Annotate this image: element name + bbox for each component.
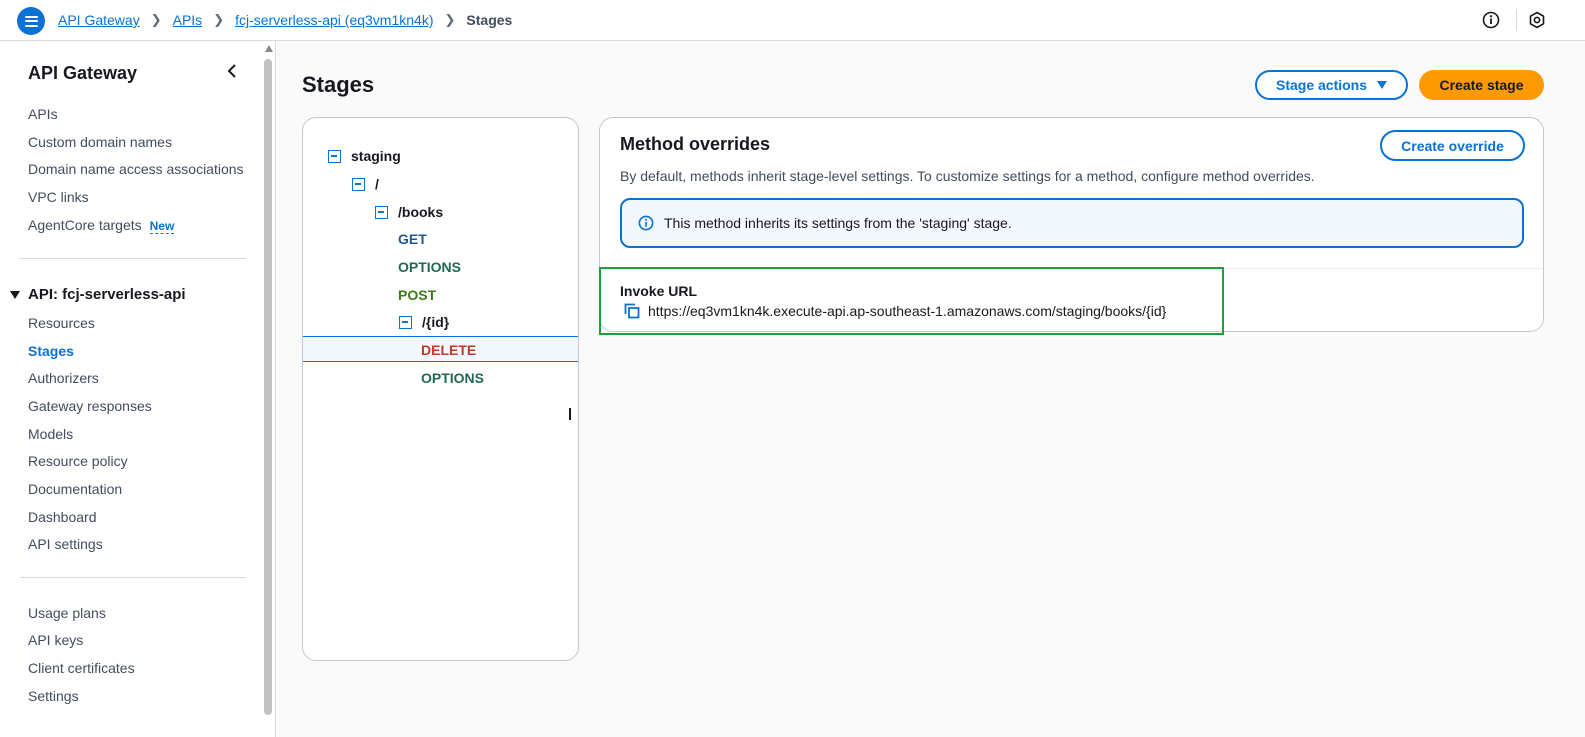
sidebar-scrollbar[interactable] (264, 59, 272, 715)
breadcrumb-apis[interactable]: APIs (173, 12, 203, 28)
info-icon[interactable] (1482, 11, 1500, 29)
sidebar-item-usage-plans[interactable]: Usage plans (28, 605, 106, 621)
invoke-url-label: Invoke URL (620, 283, 698, 299)
sidebar-item-documentation[interactable]: Documentation (28, 481, 122, 497)
stage-actions-button[interactable]: Stage actions (1255, 70, 1408, 100)
page-title: Stages (302, 72, 375, 97)
sidebar-divider (20, 577, 246, 578)
new-badge: New (149, 219, 175, 234)
collapse-icon[interactable] (399, 315, 412, 329)
sidebar-divider (20, 258, 246, 259)
sidebar-item-domain-name-access[interactable]: Domain name access associations (28, 161, 244, 177)
tree-method-post[interactable]: POST (398, 287, 436, 303)
chevron-left-icon[interactable] (224, 63, 240, 79)
collapse-icon[interactable] (375, 205, 388, 219)
tree-node-label: /{id} (422, 314, 450, 330)
create-stage-button[interactable]: Create stage (1419, 70, 1544, 100)
caret-down-icon (10, 290, 20, 299)
copy-icon[interactable] (624, 303, 640, 319)
sidebar-item-apis[interactable]: APIs (28, 106, 58, 122)
info-alert: This method inherits its settings from t… (620, 198, 1524, 248)
sidebar-item-authorizers[interactable]: Authorizers (28, 370, 99, 386)
tree-node-root[interactable]: / (352, 176, 379, 192)
sidebar-title: API Gateway (28, 63, 138, 83)
sidebar-item-stages[interactable]: Stages (28, 343, 74, 359)
sidebar-item-api-settings[interactable]: API settings (28, 536, 103, 552)
tree-method-options[interactable]: OPTIONS (398, 259, 461, 275)
collapse-icon[interactable] (328, 149, 341, 163)
text-cursor (569, 408, 571, 420)
sidebar-item-resource-policy[interactable]: Resource policy (28, 453, 128, 469)
stage-actions-label: Stage actions (1275, 77, 1368, 93)
breadcrumb-api-gateway[interactable]: API Gateway (58, 12, 140, 28)
tree-node-label: /books (398, 204, 444, 220)
invoke-url: https://eq3vm1kn4k.execute-api.ap-southe… (624, 303, 1166, 319)
create-override-button[interactable]: Create override (1380, 130, 1525, 161)
menu-icon[interactable] (17, 7, 45, 35)
sidebar-item-settings[interactable]: Settings (28, 688, 79, 704)
tree-node-id[interactable]: /{id} (399, 314, 449, 330)
stage-tree-panel: staging / /books GET OPTIONS POST /{id} … (302, 117, 579, 661)
top-navigation-bar: API Gateway ❯ APIs ❯ fcj-serverless-api … (0, 0, 1585, 41)
chevron-right-icon: ❯ (150, 12, 162, 27)
sidebar-item-models[interactable]: Models (28, 426, 73, 442)
sidebar-section-label: API: fcj-serverless-api (28, 286, 186, 303)
tree-node-label: staging (351, 148, 401, 164)
tree-node-staging[interactable]: staging (328, 148, 401, 164)
tree-method-options[interactable]: OPTIONS (421, 370, 484, 386)
info-icon (638, 215, 654, 231)
method-overrides-description: By default, methods inherit stage-level … (620, 168, 1315, 184)
invoke-url-text[interactable]: https://eq3vm1kn4k.execute-api.ap-southe… (648, 303, 1166, 319)
hexagon-settings-icon[interactable] (1528, 11, 1546, 29)
method-overrides-title: Method overrides (620, 134, 771, 154)
sidebar-item-custom-domain-names[interactable]: Custom domain names (28, 134, 172, 150)
sidebar-item-label: AgentCore targets (28, 217, 142, 233)
info-alert-text: This method inherits its settings from t… (664, 215, 1012, 231)
side-navigation: API Gateway APIs Custom domain names Dom… (0, 41, 276, 737)
chevron-right-icon: ❯ (444, 12, 456, 27)
sidebar-section-api[interactable]: API: fcj-serverless-api (10, 286, 186, 303)
tree-method-delete[interactable]: DELETE (421, 342, 476, 358)
sidebar-item-gateway-responses[interactable]: Gateway responses (28, 398, 152, 414)
invoke-url-highlight (599, 267, 1224, 335)
sidebar-item-api-keys[interactable]: API keys (28, 632, 83, 648)
breadcrumb: API Gateway ❯ APIs ❯ fcj-serverless-api … (58, 12, 512, 28)
chevron-right-icon: ❯ (213, 12, 225, 27)
sidebar-item-resources[interactable]: Resources (28, 315, 95, 331)
tree-node-books[interactable]: /books (375, 204, 443, 220)
top-divider (1516, 9, 1517, 31)
sidebar-item-client-certificates[interactable]: Client certificates (28, 660, 135, 676)
tree-method-get[interactable]: GET (398, 231, 427, 247)
scroll-up-arrow[interactable] (265, 45, 273, 52)
caret-down-icon (1377, 81, 1388, 89)
sidebar-item-vpc-links[interactable]: VPC links (28, 189, 89, 205)
sidebar-item-agentcore-targets[interactable]: AgentCore targets New (28, 217, 175, 234)
sidebar-item-dashboard[interactable]: Dashboard (28, 509, 97, 525)
breadcrumb-api-name[interactable]: fcj-serverless-api (eq3vm1kn4k) (235, 12, 433, 28)
main-content: Stages Stage actions Create stage stagin… (277, 41, 1585, 737)
method-overrides-panel: Method overrides Create override By defa… (599, 117, 1544, 335)
tree-node-label: / (375, 176, 379, 192)
collapse-icon[interactable] (352, 177, 365, 191)
breadcrumb-current: Stages (466, 12, 513, 28)
